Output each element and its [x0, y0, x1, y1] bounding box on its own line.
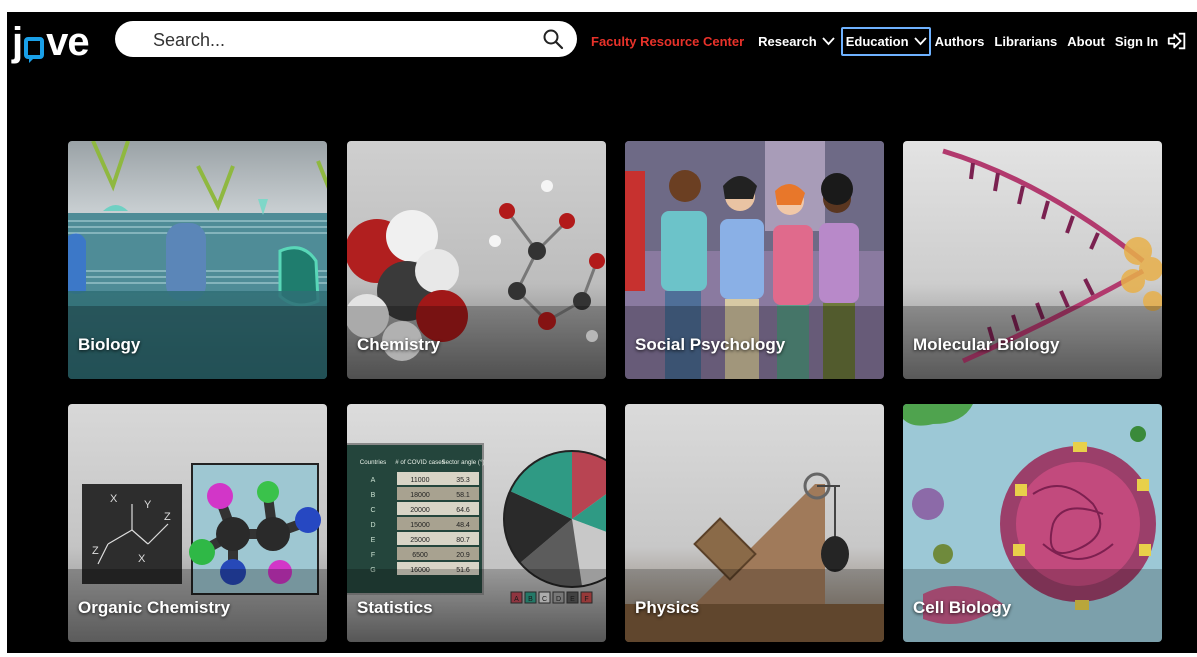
stats-table-cell: A: [371, 477, 376, 484]
tile-cell-biology[interactable]: Cell Biology: [903, 404, 1162, 642]
top-navigation-bar: jve Faculty Resource Center Research Edu…: [7, 12, 1197, 70]
nav-sign-in[interactable]: Sign In: [1115, 34, 1158, 49]
stats-table-cell: 20000: [410, 507, 430, 514]
tile-label: Social Psychology: [635, 335, 786, 354]
stats-table-cell: 48.4: [456, 522, 470, 529]
tile-chemistry[interactable]: Chemistry: [347, 141, 606, 379]
tile-social-psychology[interactable]: Social Psychology: [625, 141, 884, 379]
tile-label: Chemistry: [357, 335, 441, 354]
tile-molecular-biology[interactable]: Molecular Biology: [903, 141, 1162, 379]
axis-letter-y: Y: [144, 499, 152, 511]
stats-table-cell: 35.3: [456, 477, 470, 484]
stats-table-cell: B: [371, 492, 376, 499]
page: jve Faculty Resource Center Research Edu…: [7, 12, 1197, 653]
logo-letter-j: j: [12, 20, 23, 64]
stats-table-cell: 18000: [410, 492, 430, 499]
stats-table-cell: C: [370, 507, 375, 514]
tile-physics[interactable]: Physics: [625, 404, 884, 642]
axis-letter-x: X: [110, 493, 118, 505]
stats-table-cell: 64.6: [456, 507, 470, 514]
search-input[interactable]: [151, 27, 535, 53]
stats-table-cell: 58.1: [456, 492, 470, 499]
tile-biology[interactable]: Biology: [68, 141, 327, 379]
stats-table-cell: 80.7: [456, 537, 470, 544]
nav-faculty-resource-center[interactable]: Faculty Resource Center: [591, 34, 744, 49]
stats-table-cell: 20.9: [456, 552, 470, 559]
tile-label: Biology: [78, 335, 141, 354]
tile-label: Organic Chemistry: [78, 598, 231, 617]
stats-table-cell: 25000: [410, 537, 430, 544]
search-icon[interactable]: [541, 27, 565, 51]
stats-table-cell: 11000: [411, 477, 430, 484]
axis-letter-z: Z: [164, 511, 171, 523]
stats-table-header: # of COVID cases: [395, 459, 445, 466]
nav-education[interactable]: Education: [840, 26, 931, 56]
nav-authors[interactable]: Authors: [935, 34, 985, 49]
jove-logo[interactable]: j ve: [12, 18, 90, 64]
chevron-down-icon: [822, 36, 835, 45]
tile-statistics[interactable]: Countries # of COVID cases Sector angle (°…: [347, 404, 606, 642]
nav-research-label: Research: [758, 33, 817, 49]
stats-table-cell: 6500: [412, 552, 428, 559]
tile-label: Physics: [635, 598, 700, 617]
nav-librarians[interactable]: Librarians: [994, 34, 1057, 49]
nav-education-label: Education: [845, 33, 909, 49]
stats-table-cell: D: [370, 522, 375, 529]
logo-speech-bubble-icon: [24, 37, 45, 63]
stats-table-cell: 15000: [410, 522, 430, 529]
logo-letters-ve: ve: [46, 20, 89, 64]
stats-table-header: Countries: [360, 459, 386, 466]
search-bar: [115, 21, 577, 57]
tile-organic-chemistry[interactable]: X Y Z Z X Organic Chemistry: [68, 404, 327, 642]
tile-label: Statistics: [357, 598, 433, 617]
stats-table-cell: F: [371, 552, 375, 559]
tile-label: Molecular Biology: [913, 335, 1060, 354]
stats-table-header: Sector angle (°): [441, 459, 484, 466]
nav-about[interactable]: About: [1067, 34, 1105, 49]
sign-in-icon[interactable]: [1166, 30, 1188, 52]
chevron-down-icon: [913, 36, 927, 45]
tile-label: Cell Biology: [913, 598, 1012, 617]
stats-table-cell: E: [371, 537, 376, 544]
nav-research[interactable]: Research: [758, 34, 835, 49]
axis-letter-x: X: [138, 553, 146, 565]
axis-letter-z: Z: [92, 545, 99, 557]
main-nav: Faculty Resource Center Research Educati…: [591, 12, 1197, 70]
